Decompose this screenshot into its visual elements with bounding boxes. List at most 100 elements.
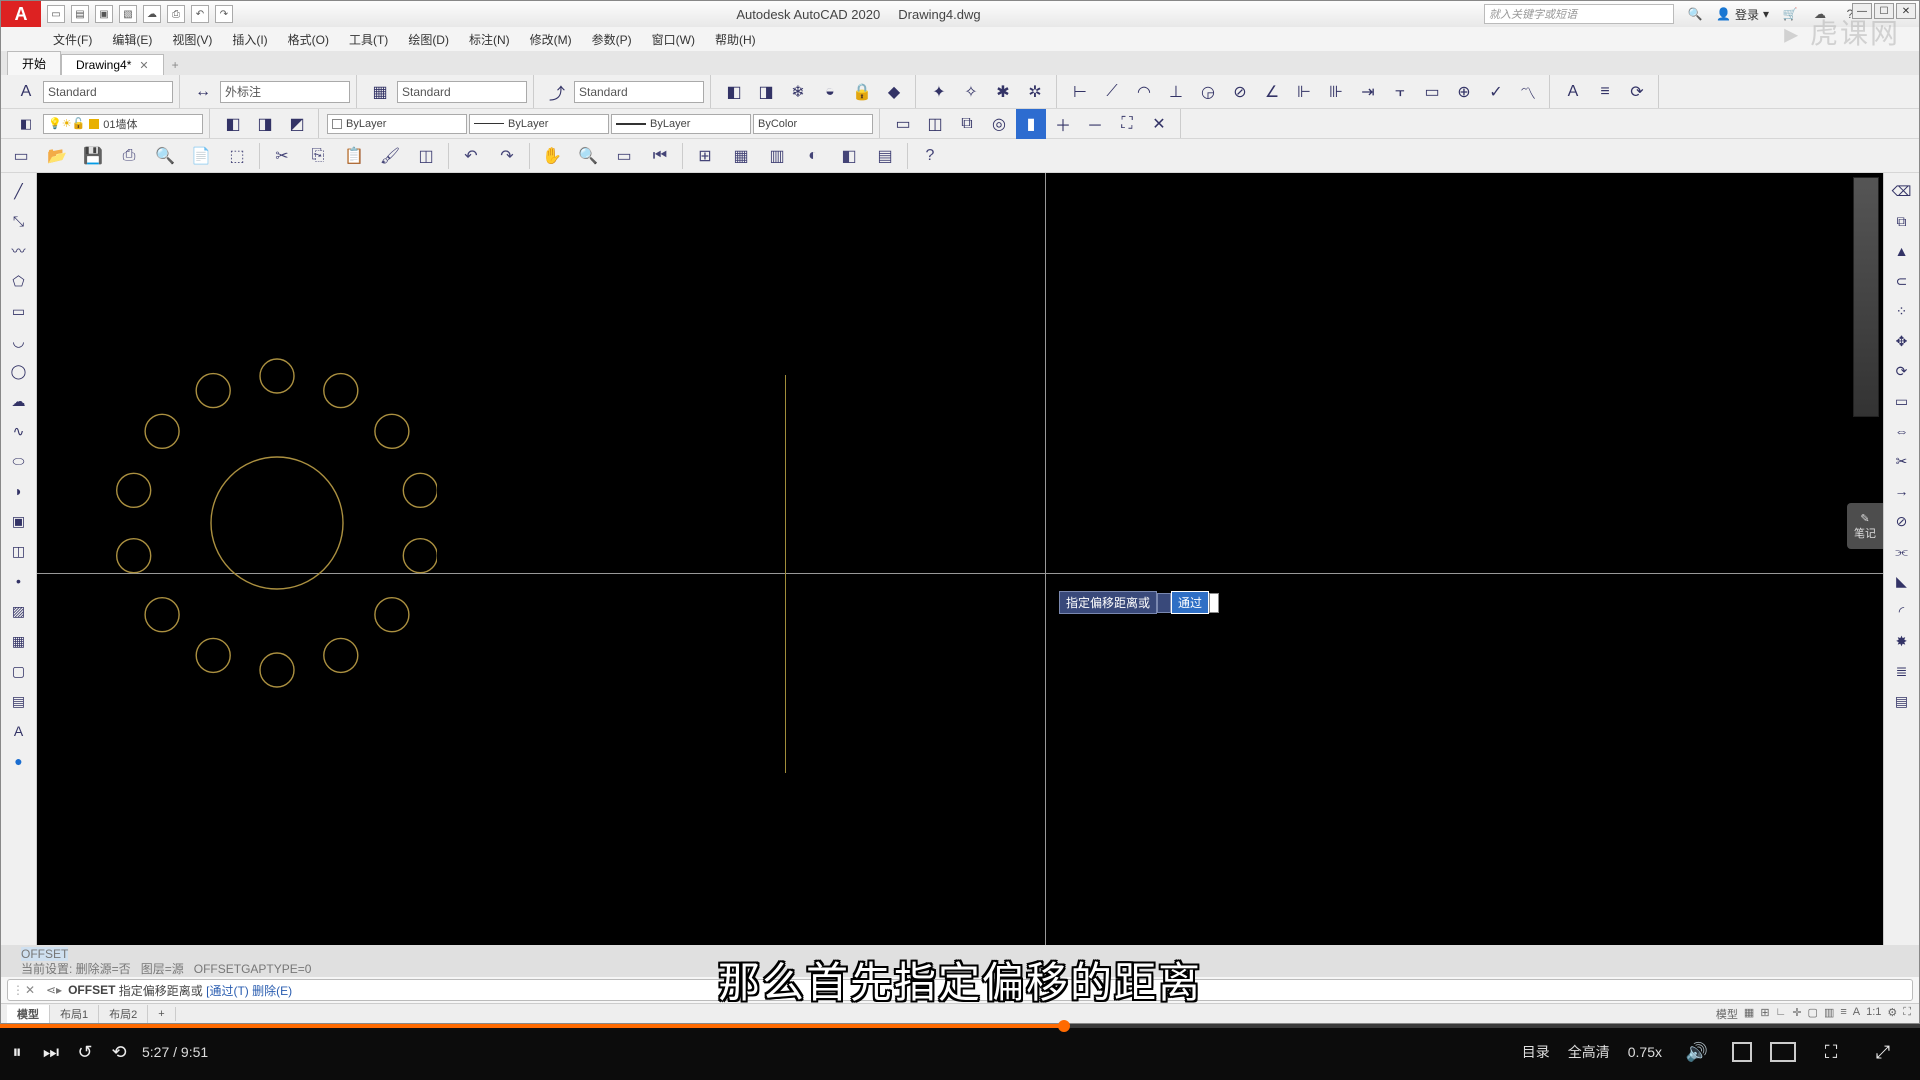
erase-icon[interactable]: ⌫ (1888, 177, 1916, 205)
block-icon[interactable]: ◫ (5, 537, 33, 565)
offset-icon[interactable]: ⊂ (1888, 267, 1916, 295)
saveas-icon[interactable]: ▧ (119, 5, 137, 23)
join-icon[interactable]: ⫘ (1888, 537, 1916, 565)
zoom-obj-icon[interactable]: ▮ (1016, 109, 1046, 139)
tablestyle-icon[interactable]: ▦ (365, 77, 395, 107)
dyn-dropdown-icon[interactable] (1157, 593, 1171, 613)
redo-button[interactable]: ↷ (491, 141, 523, 171)
new-button[interactable]: ▭ (5, 141, 37, 171)
trim-icon[interactable]: ✂ (1888, 447, 1916, 475)
rewind-button[interactable]: ↺ (68, 1035, 102, 1069)
line-icon[interactable]: ╱ (5, 177, 33, 205)
copy-mod-icon[interactable]: ⧉ (1888, 207, 1916, 235)
xline-icon[interactable]: ⤡ (5, 207, 33, 235)
layout-layout1[interactable]: 布局1 (50, 1005, 99, 1023)
app-menu-icon[interactable]: A (1, 1, 41, 27)
open-button[interactable]: 📂 (41, 141, 73, 171)
dim-space-icon[interactable]: ⇥ (1353, 77, 1383, 107)
menu-modify[interactable]: 修改(M) (520, 27, 582, 51)
dimstyle-icon[interactable]: ↔ (188, 77, 218, 107)
redo-icon[interactable]: ↷ (215, 5, 233, 23)
layout-add[interactable]: + (148, 1007, 175, 1021)
layer-select[interactable]: 💡 ☀ 🔓 01墙体 (43, 114, 203, 134)
menu-view[interactable]: 视图(V) (162, 27, 222, 51)
pan-button[interactable]: ✋ (536, 141, 568, 171)
stretch-icon[interactable]: ⇔ (1888, 417, 1916, 445)
layprev-icon[interactable]: ◨ (250, 109, 280, 139)
layout-model[interactable]: 模型 (7, 1005, 50, 1023)
volume-icon[interactable]: 🔊 (1680, 1035, 1714, 1069)
dim-arc-icon[interactable]: ◠ (1129, 77, 1159, 107)
markup-button[interactable]: ◧ (833, 141, 865, 171)
zoom-prev-button[interactable]: ⏮ (644, 141, 676, 171)
extend-icon[interactable]: → (1888, 477, 1916, 505)
zoom-center-icon[interactable]: ◎ (984, 109, 1014, 139)
layer-uniso-icon[interactable]: ◨ (751, 77, 781, 107)
array-icon[interactable]: ⁘ (1888, 297, 1916, 325)
dim-jog-icon[interactable]: 〽 (1513, 77, 1543, 107)
align-icon[interactable]: ≣ (1888, 657, 1916, 685)
table-icon[interactable]: ▤ (5, 687, 33, 715)
chamfer-icon[interactable]: ◣ (1888, 567, 1916, 595)
cloud-icon[interactable]: ☁ (1811, 5, 1829, 23)
print-button[interactable]: ⎙ (113, 141, 145, 171)
rect-icon[interactable]: ▭ (5, 297, 33, 325)
tab-start[interactable]: 开始 (7, 51, 61, 75)
menu-draw[interactable]: 绘图(D) (398, 27, 459, 51)
status-gear-icon[interactable]: ⚙ (1887, 1006, 1897, 1022)
zoom-win-button[interactable]: ▭ (608, 141, 640, 171)
polygon-icon[interactable]: ⬠ (5, 267, 33, 295)
scale-icon[interactable]: ▭ (1888, 387, 1916, 415)
zoom-ext-icon[interactable]: ✕ (1144, 109, 1174, 139)
gradient-icon[interactable]: ▦ (5, 627, 33, 655)
color-select[interactable]: ByLayer (327, 114, 467, 134)
next-button[interactable]: ⏭ (34, 1035, 68, 1069)
hatch-icon[interactable]: ▨ (5, 597, 33, 625)
status-polar-icon[interactable]: ✛ (1792, 1006, 1801, 1022)
playlist-button[interactable]: 目录 (1522, 1042, 1550, 1062)
infocenter-search[interactable]: 就入关键字或短语 (1484, 4, 1674, 24)
status-snap-icon[interactable]: ⊞ (1760, 1006, 1769, 1022)
layer-freeze-icon[interactable]: ❄ (783, 77, 813, 107)
menu-insert[interactable]: 插入(I) (222, 27, 277, 51)
text-align-icon[interactable]: ≡ (1590, 77, 1620, 107)
wide-button[interactable]: ⛶ (1814, 1035, 1848, 1069)
zoom-rt-button[interactable]: 🔍 (572, 141, 604, 171)
open-icon[interactable]: ▤ (71, 5, 89, 23)
status-max-icon[interactable]: ⛶ (1903, 1006, 1911, 1022)
tp-button[interactable]: ▥ (761, 141, 793, 171)
theater-icon[interactable] (1770, 1042, 1796, 1062)
mtext-draw-icon[interactable]: A (5, 717, 33, 745)
dim-dia-icon[interactable]: ⊘ (1225, 77, 1255, 107)
menu-file[interactable]: 文件(F) (43, 27, 102, 51)
dim-tol-icon[interactable]: ▭ (1417, 77, 1447, 107)
laystate-icon[interactable]: ◩ (282, 109, 312, 139)
plotstyle-select[interactable]: ByColor (753, 114, 873, 134)
dim-ang-icon[interactable]: ∠ (1257, 77, 1287, 107)
undo-button[interactable]: ↶ (455, 141, 487, 171)
notes-tab[interactable]: ✎ 笔记 (1847, 503, 1883, 549)
props-button[interactable]: ⊞ (689, 141, 721, 171)
new-icon[interactable]: ▭ (47, 5, 65, 23)
close-tab-icon[interactable]: ✕ (139, 59, 148, 72)
qcalc-button[interactable]: ▤ (869, 141, 901, 171)
spline-icon[interactable]: ∿ (5, 417, 33, 445)
constraint4-icon[interactable]: ✲ (1020, 77, 1050, 107)
revcloud-icon[interactable]: ☁ (5, 387, 33, 415)
point-icon[interactable]: • (5, 567, 33, 595)
zoom-dynamic-icon[interactable]: ◫ (920, 109, 950, 139)
quality-button[interactable]: 全高清 (1568, 1042, 1610, 1062)
publish-button[interactable]: 📄 (185, 141, 217, 171)
minimize-button[interactable]: — (1852, 3, 1872, 19)
ssm-button[interactable]: ◐ (797, 141, 829, 171)
dyn-value[interactable]: 通过 (1171, 591, 1209, 614)
sign-in-button[interactable]: 👤 登录 ▾ (1716, 6, 1769, 23)
mleader-select[interactable]: Standard (574, 81, 704, 103)
cmd-handle-icon[interactable]: ⋮ (8, 983, 20, 997)
dim-cont-icon[interactable]: ⊪ (1321, 77, 1351, 107)
ellipsearc-icon[interactable]: ◗ (5, 477, 33, 505)
speed-button[interactable]: 0.75x (1628, 1044, 1662, 1060)
pip-icon[interactable] (1732, 1042, 1752, 1062)
undo-icon[interactable]: ↶ (191, 5, 209, 23)
loop-button[interactable]: ⟲ (102, 1035, 136, 1069)
